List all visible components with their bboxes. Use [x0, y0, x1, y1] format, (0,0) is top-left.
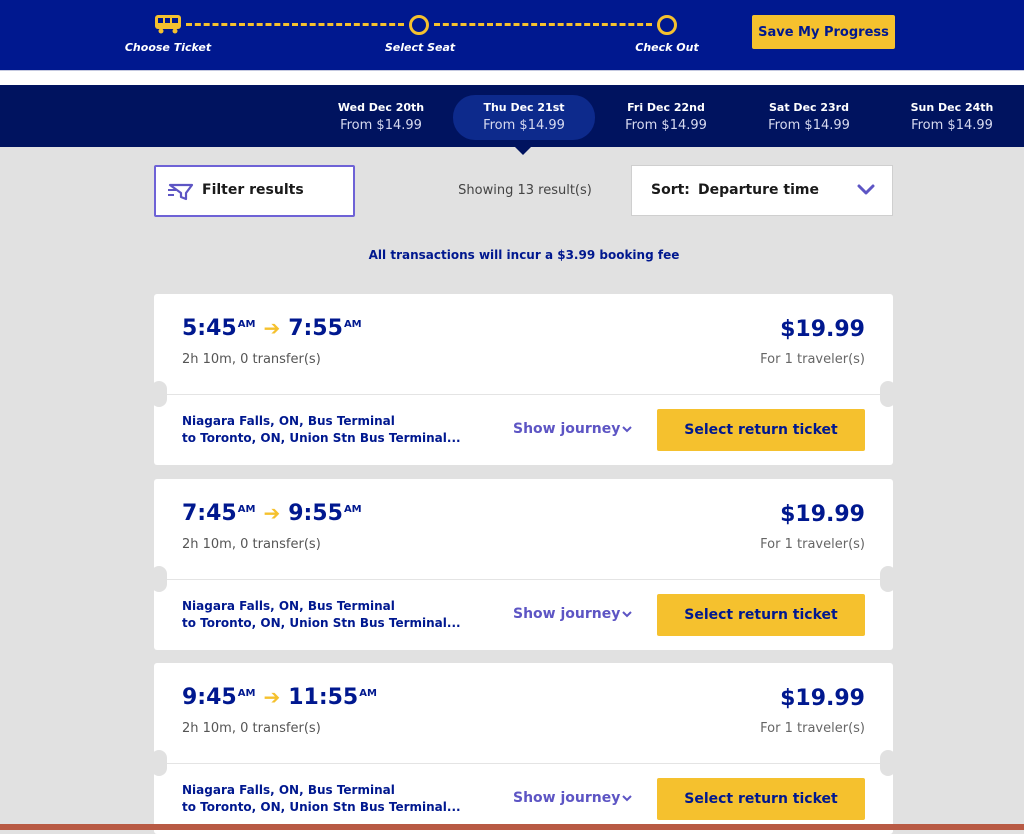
- trip-times: 7:45AM ➔ 9:55AM: [182, 501, 362, 526]
- trip-duration: 2h 10m, 0 transfer(s): [182, 721, 321, 736]
- date-tab-fri[interactable]: Fri Dec 22nd From $14.99: [595, 85, 737, 147]
- active-date-pointer: [515, 147, 531, 155]
- date-price: From $14.99: [625, 118, 707, 133]
- chevron-down-icon: [622, 426, 633, 433]
- show-journey-button[interactable]: Show journey: [513, 790, 633, 806]
- step-select-seat-circle: [409, 15, 429, 35]
- trip-price: $19.99: [780, 686, 865, 711]
- progress-line: [434, 23, 652, 26]
- arrive-time: 9:55: [288, 501, 343, 526]
- depart-time: 7:45: [182, 501, 237, 526]
- trip-card: 9:45AM ➔ 11:55AM 2h 10m, 0 transfer(s) $19…: [151, 663, 896, 834]
- sort-value: Departure time: [698, 182, 819, 198]
- ticket-notch: [880, 381, 896, 407]
- arrive-ampm: AM: [359, 688, 377, 699]
- card-divider: [154, 579, 893, 580]
- trip-times: 5:45AM ➔ 7:55AM: [182, 316, 362, 341]
- ticket-notch: [151, 381, 167, 407]
- save-progress-button[interactable]: Save My Progress: [752, 15, 895, 49]
- sort-label: Sort:: [651, 182, 690, 198]
- filter-results-label: Filter results: [202, 182, 304, 198]
- checkout-progress: Choose Ticket Select Seat Check Out Save…: [0, 0, 1024, 70]
- show-journey-button[interactable]: Show journey: [513, 421, 633, 437]
- date-price: From $14.99: [483, 118, 565, 133]
- date-label: Fri Dec 22nd: [627, 101, 705, 114]
- select-return-ticket-button[interactable]: Select return ticket: [657, 778, 865, 820]
- show-journey-button[interactable]: Show journey: [513, 606, 633, 622]
- trip-card: 5:45AM ➔ 7:55AM 2h 10m, 0 transfer(s) $19.…: [151, 294, 896, 465]
- step-check-out-circle: [657, 15, 677, 35]
- date-tab-wed[interactable]: Wed Dec 20th From $14.99: [310, 85, 452, 147]
- route-to: to Toronto, ON, Union Stn Bus Terminal..…: [182, 431, 461, 445]
- route-from: Niagara Falls, ON, Bus Terminal: [182, 599, 395, 613]
- step-choose-ticket: Choose Ticket: [124, 41, 212, 54]
- arrive-time: 11:55: [288, 685, 359, 710]
- price-note: For 1 traveler(s): [760, 352, 865, 367]
- date-label: Wed Dec 20th: [337, 101, 425, 114]
- depart-ampm: AM: [237, 319, 256, 330]
- select-return-ticket-button[interactable]: Select return ticket: [657, 409, 865, 451]
- date-tab-thu[interactable]: Thu Dec 21st From $14.99: [453, 85, 595, 147]
- chevron-down-icon: [622, 795, 633, 802]
- booking-fee-notice: All transactions will incur a $3.99 book…: [368, 248, 680, 262]
- ticket-notch: [880, 566, 896, 592]
- sort-select[interactable]: Sort: Departure time: [631, 165, 893, 216]
- result-count: Showing 13 result(s): [458, 183, 592, 198]
- date-label: Sat Dec 23rd: [769, 101, 849, 114]
- date-tab-sat[interactable]: Sat Dec 23rd From $14.99: [738, 85, 880, 147]
- ticket-notch: [151, 750, 167, 776]
- filter-icon: [168, 183, 194, 201]
- trip-duration: 2h 10m, 0 transfer(s): [182, 537, 321, 552]
- date-price: From $14.99: [768, 118, 850, 133]
- trip-card: 7:45AM ➔ 9:55AM 2h 10m, 0 transfer(s) $19.…: [151, 479, 896, 650]
- step-check-out: Check Out: [635, 41, 699, 54]
- trip-price: $19.99: [780, 502, 865, 527]
- ticket-notch: [151, 566, 167, 592]
- arrow-right-icon: ➔: [263, 316, 281, 340]
- price-note: For 1 traveler(s): [760, 721, 865, 736]
- arrow-right-icon: ➔: [263, 501, 281, 525]
- date-selector: Wed Dec 20th From $14.99 Thu Dec 21st Fr…: [0, 85, 1024, 147]
- route-from: Niagara Falls, ON, Bus Terminal: [182, 414, 395, 428]
- trip-duration: 2h 10m, 0 transfer(s): [182, 352, 321, 367]
- trip-route: Niagara Falls, ON, Bus Terminal to Toron…: [182, 782, 482, 816]
- arrive-ampm: AM: [343, 319, 362, 330]
- price-note: For 1 traveler(s): [760, 537, 865, 552]
- chevron-down-icon: [857, 184, 875, 195]
- trip-route: Niagara Falls, ON, Bus Terminal to Toron…: [182, 598, 482, 632]
- filter-results-button[interactable]: Filter results: [154, 165, 355, 217]
- arrive-ampm: AM: [343, 504, 362, 515]
- route-from: Niagara Falls, ON, Bus Terminal: [182, 783, 395, 797]
- footer-image-edge: [0, 824, 1024, 830]
- show-journey-label: Show journey: [513, 421, 621, 437]
- card-divider: [154, 763, 893, 764]
- trip-price: $19.99: [780, 317, 865, 342]
- show-journey-label: Show journey: [513, 606, 621, 622]
- step-select-seat: Select Seat: [384, 41, 456, 54]
- chevron-down-icon: [622, 611, 633, 618]
- route-to: to Toronto, ON, Union Stn Bus Terminal..…: [182, 616, 461, 630]
- depart-ampm: AM: [237, 504, 256, 515]
- header-divider: [0, 70, 1024, 86]
- depart-time: 5:45: [182, 316, 237, 341]
- date-label: Thu Dec 21st: [483, 101, 565, 114]
- show-journey-label: Show journey: [513, 790, 621, 806]
- date-price: From $14.99: [911, 118, 993, 133]
- arrive-time: 7:55: [288, 316, 343, 341]
- depart-ampm: AM: [237, 688, 256, 699]
- ticket-notch: [880, 750, 896, 776]
- card-divider: [154, 394, 893, 395]
- trip-times: 9:45AM ➔ 11:55AM: [182, 685, 377, 710]
- bus-icon: [155, 15, 181, 34]
- date-label: Sun Dec 24th: [910, 101, 994, 114]
- trip-route: Niagara Falls, ON, Bus Terminal to Toron…: [182, 413, 482, 447]
- progress-line: [186, 23, 404, 26]
- depart-time: 9:45: [182, 685, 237, 710]
- date-price: From $14.99: [340, 118, 422, 133]
- select-return-ticket-button[interactable]: Select return ticket: [657, 594, 865, 636]
- date-tab-sun[interactable]: Sun Dec 24th From $14.99: [881, 85, 1023, 147]
- arrow-right-icon: ➔: [263, 685, 281, 709]
- route-to: to Toronto, ON, Union Stn Bus Terminal..…: [182, 800, 461, 814]
